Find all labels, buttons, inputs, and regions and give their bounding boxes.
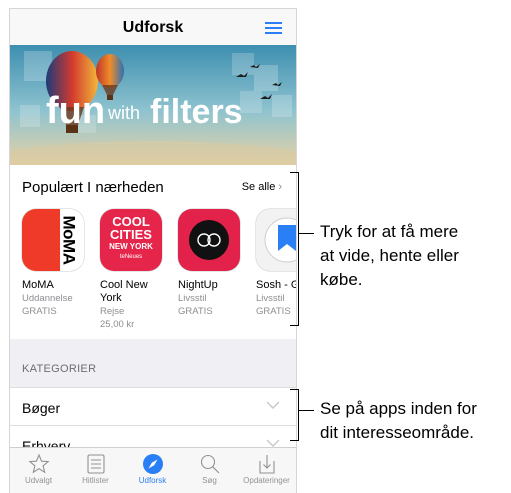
apps-bracket	[290, 172, 299, 326]
banner-filters-text: filters	[150, 93, 243, 131]
tab-label: Hitlister	[82, 476, 109, 485]
page-title: Udforsk	[122, 19, 184, 36]
app-price: GRATIS	[22, 306, 57, 317]
chevron-down-icon	[266, 401, 280, 409]
apps-callout: Tryk for at få mere at vide, hente eller…	[320, 220, 459, 292]
apps-callout-line	[298, 233, 314, 234]
app-name: NightUp	[178, 279, 218, 291]
moma-app-icon: MoMA	[22, 209, 84, 271]
categories-callout: Se på apps inden for dit interesseområde…	[320, 397, 477, 445]
star-icon	[27, 453, 50, 474]
list-icon	[86, 454, 105, 474]
download-icon	[258, 455, 275, 474]
see-all-label: Se alle	[241, 181, 276, 193]
app-category: Rejse	[100, 306, 125, 317]
tab-label: Søg	[202, 476, 217, 485]
category-label: Bøger	[22, 400, 61, 416]
app-cool-new-york[interactable]: COOL CITIES NEW YORK teNeues Cool New Yo…	[100, 209, 166, 331]
app-category: Livsstil	[178, 293, 207, 304]
tab-label: Opdateringer	[243, 476, 290, 485]
app-name: MoMA	[22, 279, 54, 291]
app-price: 25,00 kr	[100, 319, 135, 330]
app-price: GRATIS	[178, 306, 213, 317]
cool-cities-app-icon: COOL CITIES NEW YORK teNeues	[100, 209, 162, 271]
tab-charts[interactable]: Hitlister	[67, 448, 124, 493]
tab-bar: Udvalgt Hitlister Udforsk Søg Opdatering…	[10, 447, 296, 493]
search-icon	[200, 454, 219, 474]
section-title: Populært I nærheden	[22, 179, 164, 196]
categories-header: KATEGORIER	[10, 339, 296, 387]
app-moma[interactable]: MoMA MoMA Uddannelse GRATIS	[22, 209, 88, 318]
category-row-books[interactable]: Bøger	[10, 387, 296, 426]
tab-label: Udforsk	[138, 476, 167, 485]
categories-label: KATEGORIER	[22, 363, 97, 375]
tab-explore[interactable]: Udforsk	[124, 448, 181, 493]
app-category: Uddannelse	[22, 293, 73, 304]
see-all-link[interactable]: Se alle ›	[242, 181, 282, 193]
chevron-right-icon: ›	[278, 181, 282, 193]
callout-line-2: dit interesseområde.	[320, 423, 475, 442]
tab-updates[interactable]: Opdateringer	[238, 448, 295, 493]
list-icon[interactable]	[265, 22, 282, 34]
icon-line-teneues: teNeues	[119, 254, 143, 260]
navigation-bar: Udforsk	[10, 9, 296, 45]
app-nightup[interactable]: NightUp Livsstil GRATIS	[178, 209, 244, 318]
tab-search[interactable]: Søg	[181, 448, 238, 493]
callout-line-1: Tryk for at få mere	[320, 222, 459, 241]
app-name: Cool New York	[100, 279, 148, 304]
phone-screen: Udforsk fun with filters Populært I nærh…	[9, 8, 297, 493]
callout-line-2: at vide, hente eller	[320, 246, 459, 265]
categories-callout-line	[298, 410, 314, 411]
banner-with-text: with	[107, 103, 140, 123]
callout-line-1: Se på apps inden for	[320, 399, 477, 418]
tab-label: Udvalgt	[24, 476, 53, 485]
banner-fun-text: fun	[46, 90, 105, 132]
moma-icon-text: MoMA	[59, 215, 79, 265]
tab-featured[interactable]: Udvalgt	[10, 448, 67, 493]
featured-banner[interactable]: fun with filters	[10, 45, 296, 165]
icon-line-cities: CITIES	[110, 227, 152, 242]
popular-nearby-section: Populært I nærheden Se alle › MoMA MoMA U…	[10, 165, 296, 339]
callout-line-3: købe.	[320, 270, 363, 289]
categories-bracket	[290, 389, 299, 441]
icon-line-newyork: NEW YORK	[109, 242, 153, 251]
nightup-app-icon	[178, 209, 240, 271]
compass-icon	[142, 454, 163, 474]
